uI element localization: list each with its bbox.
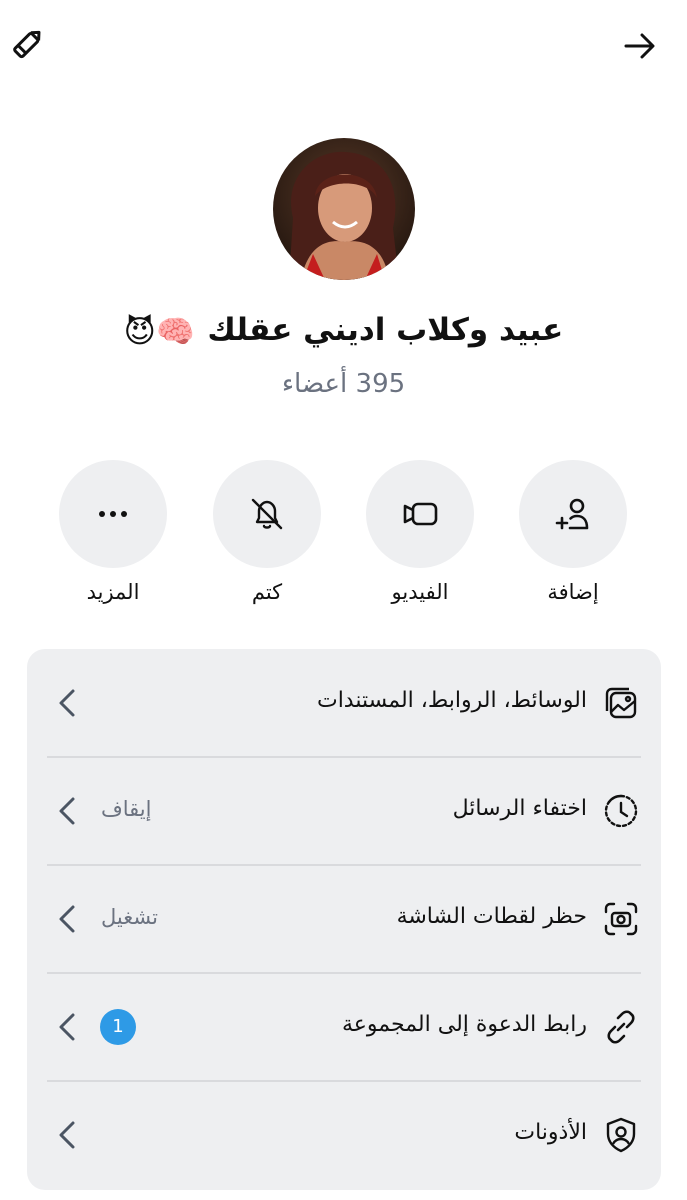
media-icon-wrap <box>601 683 641 723</box>
block-screenshots-row[interactable]: حظر لقطات الشاشة تشغيل <box>27 865 661 973</box>
avatar-photo <box>273 138 415 280</box>
members-label: أعضاء <box>281 369 348 399</box>
mute-circle <box>213 460 321 568</box>
disappearing-messages-value: إيقاف <box>101 797 152 821</box>
permissions-icon-wrap <box>601 1115 641 1155</box>
screenshot-camera-icon <box>604 902 638 936</box>
link-icon-wrap <box>601 1007 641 1047</box>
pencil-icon <box>13 30 41 59</box>
group-avatar[interactable] <box>273 138 415 280</box>
more-button[interactable]: المزيد <box>53 460 173 604</box>
group-name: عبيد وكلاب اديني عقلك <box>207 312 564 348</box>
permissions-label: الأذونات <box>514 1120 587 1145</box>
video-call-label: الفيديو <box>391 580 449 604</box>
settings-card: الوسائط، الروابط، المستندات اختفاء الرسا… <box>27 649 661 1190</box>
group-invite-link-label: رابط الدعوة إلى المجموعة <box>342 1012 587 1037</box>
invite-link-badge: 1 <box>100 1009 136 1045</box>
mute-label: كتم <box>251 580 283 604</box>
group-title: عبيد وكلاب اديني عقلك 🧠😈 <box>0 300 687 362</box>
more-label: المزيد <box>86 580 140 604</box>
members-number: 395 <box>355 369 406 399</box>
video-call-circle <box>366 460 474 568</box>
edit-button[interactable] <box>4 20 52 68</box>
mute-button[interactable]: كتم <box>207 460 327 604</box>
chevron-left-icon <box>59 905 75 933</box>
bell-off-icon <box>251 498 283 530</box>
add-member-label: إضافة <box>547 580 599 604</box>
disappearing-messages-row[interactable]: اختفاء الرسائل إيقاف <box>27 757 661 865</box>
disappearing-messages-label: اختفاء الرسائل <box>452 796 587 821</box>
timer-icon-wrap <box>601 791 641 831</box>
title-emojis: 🧠😈 <box>123 313 195 350</box>
chevron-left-icon <box>59 689 75 717</box>
timer-icon <box>604 794 638 828</box>
shield-person-icon <box>606 1117 636 1153</box>
video-call-button[interactable]: الفيديو <box>360 460 480 604</box>
more-dots-icon <box>99 511 127 517</box>
add-person-icon <box>555 498 589 530</box>
add-member-circle <box>519 460 627 568</box>
group-invite-link-row[interactable]: رابط الدعوة إلى المجموعة 1 <box>27 973 661 1081</box>
block-screenshots-label: حظر لقطات الشاشة <box>396 904 587 929</box>
permissions-row[interactable]: الأذونات <box>27 1081 661 1189</box>
chevron-left-icon <box>59 1121 75 1149</box>
media-gallery-icon <box>605 687 637 719</box>
quick-actions: إضافة الفيديو كتم المزيد <box>0 460 687 610</box>
members-count[interactable]: 395 أعضاء <box>0 364 687 404</box>
screenshot-icon-wrap <box>601 899 641 939</box>
chevron-left-icon <box>59 1013 75 1041</box>
media-links-docs-label: الوسائط، الروابط، المستندات <box>316 688 587 713</box>
add-member-button[interactable]: إضافة <box>513 460 633 604</box>
block-screenshots-value: تشغيل <box>101 905 158 929</box>
link-icon <box>607 1010 635 1044</box>
top-bar <box>0 0 687 96</box>
forward-button[interactable] <box>616 22 664 70</box>
more-circle <box>59 460 167 568</box>
media-links-docs-row[interactable]: الوسائط، الروابط، المستندات <box>27 649 661 757</box>
video-camera-icon <box>403 502 438 526</box>
arrow-right-icon <box>624 33 655 59</box>
chevron-left-icon <box>59 797 75 825</box>
